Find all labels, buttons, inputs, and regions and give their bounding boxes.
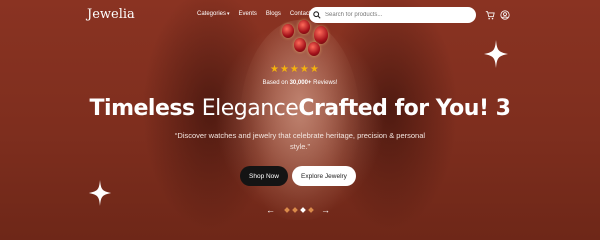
hero-subtitle: “Discover watches and jewelry that celeb… [174, 131, 426, 151]
search-bar [309, 7, 476, 23]
explore-jewelry-button[interactable]: Explore Jewelry [292, 166, 356, 186]
sparkle-icon [484, 40, 508, 68]
slider-dot[interactable] [308, 207, 314, 213]
brand-logo[interactable]: Jewelia [87, 7, 135, 22]
top-navbar: Jewelia Categories▾ Events Blogs Contact… [0, 0, 600, 30]
search-input[interactable] [325, 12, 465, 18]
cart-icon[interactable] [484, 9, 496, 21]
hero-headline: Timeless EleganceCrafted for You! 3 [89, 96, 511, 121]
chevron-down-icon: ▾ [227, 11, 230, 17]
nav-links: Categories▾ Events Blogs Contact Us [197, 11, 320, 17]
next-arrow-icon[interactable]: → [321, 205, 330, 215]
nav-item-categories[interactable]: Categories▾ [197, 11, 230, 17]
slider-dot[interactable] [292, 207, 298, 213]
slider-dot-active[interactable] [300, 207, 306, 213]
slider-controls: ← → [266, 205, 336, 215]
slider-dot[interactable] [284, 207, 290, 213]
reviews-count: 30,000+ [289, 80, 312, 86]
nav-item-blogs[interactable]: Blogs [266, 11, 281, 17]
prev-arrow-icon[interactable]: ← [266, 205, 275, 215]
rating-stars: ★★★★★ [270, 64, 320, 75]
user-icon[interactable] [499, 9, 511, 21]
sparkle-icon [88, 180, 112, 206]
search-icon[interactable] [309, 7, 325, 23]
shop-now-button[interactable]: Shop Now [240, 166, 288, 186]
nav-item-events[interactable]: Events [239, 11, 257, 17]
reviews-text: Based on 30,000+ Reviews! [262, 80, 338, 86]
hero-banner: Jewelia Categories▾ Events Blogs Contact… [0, 0, 600, 240]
